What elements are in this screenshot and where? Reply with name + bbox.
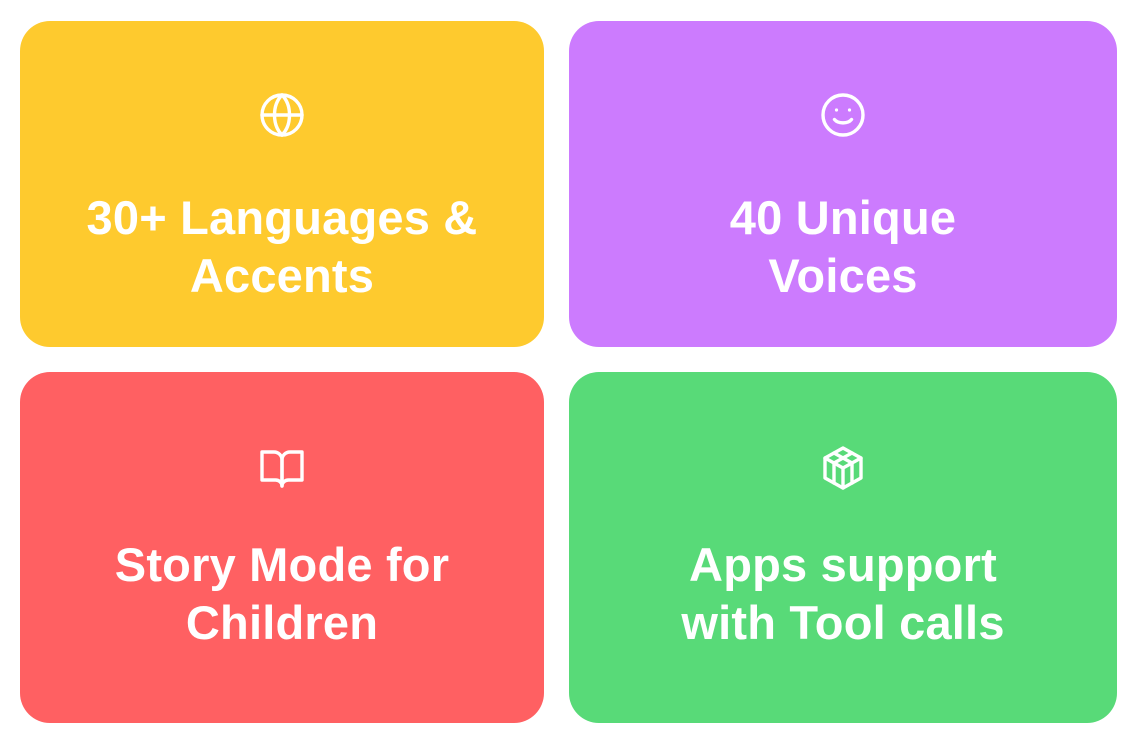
globe-icon [258, 91, 306, 139]
feature-grid: 30+ Languages & Accents 40 Unique Voices [0, 0, 1139, 746]
feature-card-languages: 30+ Languages & Accents [20, 21, 544, 347]
feature-title-line-1: 30+ Languages & [86, 191, 478, 244]
feature-title: Apps support with Tool calls [569, 536, 1117, 652]
open-book-icon [258, 444, 306, 492]
cube-box-icon [819, 444, 867, 492]
feature-title: 30+ Languages & Accents [20, 189, 544, 305]
feature-title-line-2: Voices [768, 249, 918, 302]
feature-title-line-1: Apps support [689, 538, 997, 591]
feature-card-apps-support: Apps support with Tool calls [569, 372, 1117, 723]
feature-card-story-mode: Story Mode for Children [20, 372, 544, 723]
smiley-face-icon [819, 91, 867, 139]
feature-title: Story Mode for Children [20, 536, 544, 652]
feature-card-voices: 40 Unique Voices [569, 21, 1117, 347]
feature-title: 40 Unique Voices [569, 189, 1117, 305]
feature-title-line-2: with Tool calls [681, 596, 1005, 649]
feature-title-line-2: Children [185, 596, 379, 649]
feature-title-line-1: 40 Unique [729, 191, 957, 244]
feature-title-line-2: Accents [189, 249, 375, 302]
feature-title-line-1: Story Mode for [114, 538, 450, 591]
